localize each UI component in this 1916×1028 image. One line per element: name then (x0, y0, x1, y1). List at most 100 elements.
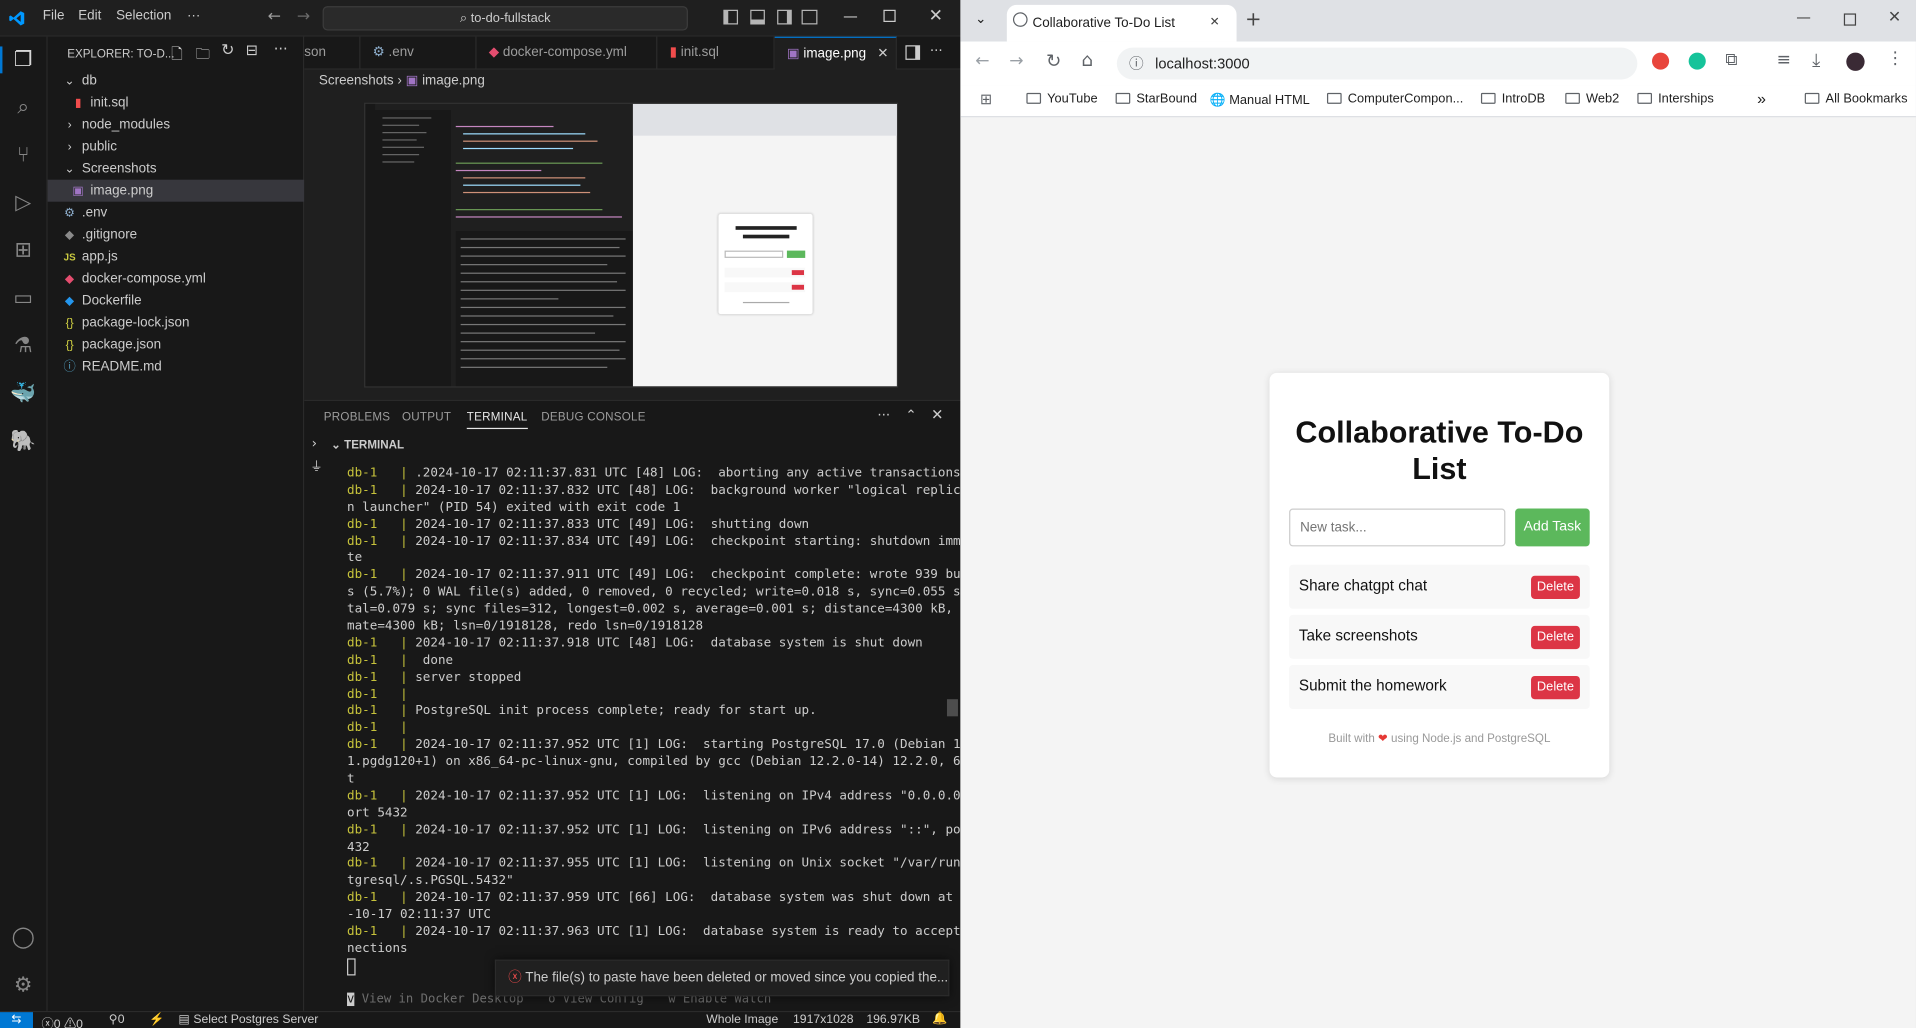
back-arrow-icon[interactable]: ← (975, 51, 989, 71)
bookmark-web2[interactable]: Web2 (1565, 92, 1619, 106)
image-mode-status[interactable]: Whole Image (706, 1013, 778, 1026)
forward-arrow-icon[interactable]: → (1009, 51, 1023, 71)
tree-item-gitignore[interactable]: ◆ .gitignore (48, 224, 305, 246)
toggle-sidebar-icon[interactable] (723, 9, 739, 25)
apps-grid-icon[interactable]: ⊞ (980, 90, 992, 107)
terminal-output[interactable]: db-1 | .2024-10-17 02:11:37.831 UTC [48]… (347, 466, 991, 958)
run-debug-icon[interactable]: ▷ (10, 189, 37, 216)
source-control-icon[interactable]: ⑂ (10, 142, 37, 169)
tree-item-package-json[interactable]: {} package.json (48, 334, 305, 356)
notification-toast[interactable]: ⓧ The file(s) to paste have been deleted… (494, 959, 950, 997)
more-bookmarks-icon[interactable]: » (1757, 89, 1766, 107)
tab-search-icon[interactable]: ⌄ (975, 11, 986, 27)
extensions-icon[interactable]: ⊞ (10, 237, 37, 264)
tab-package-json[interactable]: son (304, 36, 361, 70)
extensions-puzzle-icon[interactable]: ⧉ (1725, 50, 1737, 70)
active-browser-tab[interactable]: Collaborative To-Do List ✕ (1006, 4, 1237, 42)
menu-selection[interactable]: Selection (116, 9, 171, 24)
tab-init-sql[interactable]: ▮ init.sql (657, 36, 775, 70)
add-task-button[interactable]: Add Task (1515, 508, 1590, 547)
new-task-input[interactable] (1289, 508, 1506, 547)
site-info-icon[interactable]: ⓘ (1129, 55, 1144, 72)
remote-indicator-icon[interactable]: ⇆ (0, 1012, 33, 1028)
new-tab-icon[interactable]: + (1245, 7, 1261, 30)
editor-more-icon[interactable]: ··· (930, 43, 943, 59)
tree-item-dockerfile[interactable]: ◆ Dockerfile (48, 290, 305, 312)
breadcrumb-file[interactable]: image.png (422, 73, 485, 88)
breadcrumb-folder[interactable]: Screenshots (319, 73, 394, 88)
menu-file[interactable]: File (43, 9, 65, 24)
media-controls-icon[interactable]: ≡ (1777, 50, 1791, 70)
new-folder-icon[interactable]: 🗀 (196, 43, 211, 69)
bookmark-youtube[interactable]: YouTube (1026, 92, 1098, 106)
minimize-icon[interactable]: — (1796, 9, 1811, 26)
tab-output[interactable]: OUTPUT (402, 411, 451, 424)
command-center-search[interactable]: ⌕ to-do-fullstack (322, 6, 688, 31)
close-tab-icon[interactable]: ✕ (1210, 7, 1220, 39)
maximize-icon[interactable] (883, 9, 896, 23)
delete-button[interactable]: Delete (1531, 575, 1580, 599)
docker-icon[interactable]: 🐳 (10, 380, 37, 407)
chrome-menu-icon[interactable]: ⋮ (1887, 49, 1904, 69)
maximize-panel-icon[interactable]: ⌃ (905, 407, 916, 423)
close-window-icon[interactable]: ✕ (929, 6, 943, 26)
collapse-all-icon[interactable]: ⊟ (246, 42, 258, 59)
new-file-icon[interactable]: 🗋 (171, 43, 183, 69)
toggle-panel-icon[interactable] (750, 9, 765, 25)
terminal-header[interactable]: ⌄ TERMINAL (331, 439, 404, 452)
more-actions-icon[interactable]: ··· (274, 40, 288, 57)
tree-item-init-sql[interactable]: ▮ init.sql (48, 92, 305, 114)
tab-problems[interactable]: PROBLEMS (324, 411, 390, 424)
tree-item-app-js[interactable]: JS app.js (48, 246, 305, 268)
refresh-icon[interactable]: ↻ (221, 42, 234, 60)
notifications-bell-icon[interactable]: 🔔 (932, 1012, 947, 1025)
delete-button[interactable]: Delete (1531, 625, 1580, 650)
close-window-icon[interactable]: ✕ (1888, 9, 1901, 27)
customize-layout-icon[interactable] (801, 9, 818, 25)
toggle-secondary-sidebar-icon[interactable] (777, 9, 792, 25)
back-arrow-icon[interactable]: ← (268, 7, 281, 25)
tree-item-package-lock[interactable]: {} package-lock.json (48, 312, 305, 334)
tab-image-png[interactable]: ▣ image.png ✕ (774, 36, 897, 70)
bookmark-introdb[interactable]: IntroDB (1480, 92, 1545, 106)
bookmark-interships[interactable]: Interships (1637, 92, 1714, 106)
panel-more-icon[interactable]: ··· (877, 407, 890, 423)
account-icon[interactable]: ◯ (10, 924, 37, 951)
all-bookmarks[interactable]: All Bookmarks (1804, 92, 1908, 106)
search-icon[interactable]: ⌕ (10, 94, 37, 121)
postgres-server-status[interactable]: ▤ Select Postgres Server (178, 1013, 318, 1026)
terminal-scrollbar[interactable] (946, 699, 958, 717)
tree-item-public[interactable]: › public (48, 136, 305, 158)
split-editor-icon[interactable] (905, 45, 921, 60)
menu-edit[interactable]: Edit (78, 9, 101, 24)
ports-status[interactable]: ⚲0 (109, 1013, 125, 1026)
remote-explorer-icon[interactable]: ▭ (10, 285, 37, 312)
bookmark-starbound[interactable]: StarBound (1115, 92, 1197, 106)
forward-arrow-icon[interactable]: → (297, 7, 310, 25)
minimize-icon[interactable]: — (843, 7, 858, 24)
problems-status[interactable]: ⓧ0 ⚠0 (42, 1013, 83, 1028)
tree-item-image-png[interactable]: ▣ image.png (47, 179, 305, 202)
postgres-icon[interactable]: 🐘 (10, 428, 37, 455)
menu-more[interactable]: ··· (187, 9, 200, 24)
preview-image[interactable] (364, 102, 899, 388)
testing-icon[interactable]: ⚗ (10, 332, 37, 359)
close-panel-icon[interactable]: ✕ (931, 406, 943, 423)
tree-item-readme[interactable]: ⓘ README.md (48, 356, 305, 378)
tree-item-db[interactable]: ⌄ db (48, 70, 305, 92)
profile-avatar[interactable] (1846, 52, 1865, 71)
tree-item-node-modules[interactable]: › node_modules (48, 114, 305, 136)
tree-item-screenshots[interactable]: ⌄ Screenshots (48, 158, 305, 180)
reload-icon[interactable]: ↻ (1046, 50, 1061, 72)
plug-icon[interactable]: ⏚ (310, 456, 322, 474)
address-bar[interactable]: ⓘ localhost:3000 (1116, 47, 1638, 80)
delete-button[interactable]: Delete (1531, 675, 1580, 700)
tree-item-docker-compose[interactable]: ◆ docker-compose.yml (48, 268, 305, 290)
settings-gear-icon[interactable]: ⚙ (10, 972, 37, 999)
bookmark-computercomponents[interactable]: ComputerCompon... (1326, 92, 1463, 106)
extension-red-icon[interactable] (1652, 52, 1670, 70)
tab-debug-console[interactable]: DEBUG CONSOLE (541, 411, 645, 424)
close-tab-icon[interactable]: ✕ (877, 46, 888, 61)
explorer-icon[interactable]: ❐ (10, 46, 37, 73)
tab-env[interactable]: ⚙ .env (360, 36, 477, 70)
